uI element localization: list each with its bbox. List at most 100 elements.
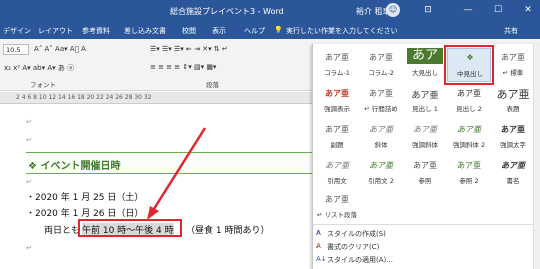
style-preview: あア亜 xyxy=(496,88,530,101)
date-line-1[interactable]: ・2020 年 1 月 25 日（土） xyxy=(26,190,143,203)
style-italic[interactable]: あア亜 斜体 xyxy=(359,120,403,154)
style-name: 引用文 xyxy=(327,177,347,185)
style-preview: あア亜 xyxy=(369,125,393,134)
style-large-heading[interactable]: あア 大見出し xyxy=(403,48,447,82)
paragraph-mark: ↵ xyxy=(26,118,32,126)
paragraph-mark: ↵ xyxy=(26,244,32,252)
style-name: 大見出し xyxy=(412,69,438,77)
style-preview: あア亜 xyxy=(501,161,525,170)
style-preview: あア亜 xyxy=(325,161,349,170)
style-preview: あア亜 xyxy=(501,53,525,62)
tell-me-box[interactable]: 実行したい作業を入力してください xyxy=(286,26,398,36)
style-preview: あア亜 xyxy=(457,125,481,134)
tab-design[interactable]: デザイン xyxy=(3,26,31,36)
paragraph-group-label: 段落 xyxy=(206,81,219,89)
close-icon[interactable]: ✕ xyxy=(520,3,536,17)
paragraph-mark: ↵ xyxy=(26,136,32,144)
horizontal-ruler[interactable]: 2 4 6 8 10 12 14 16 18 20 22 24 26 28 30… xyxy=(0,92,312,104)
clear-formatting-menu-item[interactable]: 書式のクリア(C) xyxy=(327,242,379,252)
style-name: 強調表示 xyxy=(324,105,350,113)
style-name: 強調斜体 xyxy=(412,141,438,149)
heading-block[interactable]: ❖ イベント開催日時 xyxy=(26,152,312,174)
date-line-2[interactable]: ・2020 年 1 月 26 日（日） xyxy=(26,206,143,219)
style-preview: あア亜 xyxy=(457,89,481,98)
style-quote-2[interactable]: あア亜 引用文 2 xyxy=(359,156,403,190)
style-name: 参照 xyxy=(418,177,432,185)
create-style-menu-item[interactable]: スタイルの作成(S) xyxy=(327,229,386,239)
style-name: 引用文 2 xyxy=(368,177,394,185)
style-preview: あア亜 xyxy=(369,161,393,170)
tab-references[interactable]: 参考資料 xyxy=(82,26,110,36)
style-preview: あア亜 xyxy=(325,125,349,134)
tab-mailings[interactable]: 差し込み文書 xyxy=(124,26,166,36)
apply-styles-icon: A↓ xyxy=(316,255,327,263)
gallery-scrollbar[interactable] xyxy=(533,44,540,269)
time-suffix[interactable]: （昼食 1 時間あり） xyxy=(186,223,269,236)
style-preview: あア xyxy=(407,48,443,64)
style-name: ↵ リスト段落 xyxy=(316,211,357,219)
style-name: 斜体 xyxy=(374,141,388,149)
ribbon-display-options-icon[interactable]: ⊡ xyxy=(420,3,436,17)
style-emphasis-italic-2[interactable]: あア亜 強調斜体 2 xyxy=(447,120,491,154)
style-list-paragraph[interactable]: あア亜 ↵ リスト段落 xyxy=(315,190,359,224)
style-reference[interactable]: あア亜 参照 xyxy=(403,156,447,190)
font-group-label: フォント xyxy=(30,81,56,89)
apply-styles-menu-item[interactable]: スタイルの適用(A)... xyxy=(327,255,393,265)
style-name: 見出し 1 xyxy=(412,105,438,113)
style-normal[interactable]: あア亜 ↵ 標準 xyxy=(491,48,535,82)
highlight-box-style xyxy=(444,45,494,85)
style-preview: あア亜 xyxy=(325,89,349,98)
style-name: コラム-1 xyxy=(324,69,350,77)
tab-help[interactable]: ヘルプ xyxy=(244,26,265,36)
style-column-2[interactable]: あア亜 コラム-2 xyxy=(359,48,403,82)
menu-divider xyxy=(313,224,534,225)
avatar[interactable]: ☺ xyxy=(386,3,400,17)
style-name: 書名 xyxy=(506,177,520,185)
style-preview: あア亜 xyxy=(457,161,481,170)
window-title: 総合施設プレイベント3 - Word xyxy=(170,7,284,16)
style-preview: あア亜 xyxy=(369,89,393,98)
style-preview: あア亜 xyxy=(411,91,439,101)
maximize-icon[interactable]: ☐ xyxy=(490,3,506,17)
style-preview: あア亜 xyxy=(413,161,437,170)
time-prefix[interactable]: 両日とも xyxy=(44,223,80,236)
style-subtitle[interactable]: あア亜 副題 xyxy=(315,120,359,154)
tab-view[interactable]: 表示 xyxy=(212,26,226,36)
style-emphasis-bold[interactable]: あア亜 強調太字 xyxy=(491,120,535,154)
paragraph-tools-row2[interactable]: ≡ ≡ ≡ ≡ ⇕▾ ▧▾ ▦▾ xyxy=(150,63,216,71)
style-preview: あア亜 xyxy=(325,53,349,62)
style-preview: あア亜 xyxy=(325,195,349,204)
style-heading-1[interactable]: あア亜 見出し 1 xyxy=(403,84,447,118)
highlight-box-selection xyxy=(78,219,182,237)
style-emphasis-display[interactable]: あア亜 強調表示 xyxy=(315,84,359,118)
styles-gallery[interactable]: あア亜 コラム-1 あア亜 コラム-2 あア 大見出し ❖ 中見出し あア亜 ↵… xyxy=(312,44,540,269)
style-name: 強調太字 xyxy=(500,141,526,149)
ribbon-tabs: デザイン レイアウト 参考資料 差し込み文書 校閲 表示 ヘルプ 💡 実行したい… xyxy=(0,22,540,39)
style-name: 見出し 2 xyxy=(456,105,482,113)
style-heading-2[interactable]: あア亜 見出し 2 xyxy=(447,84,491,118)
tab-review[interactable]: 校閲 xyxy=(182,26,196,36)
lightbulb-icon: 💡 xyxy=(274,26,283,34)
style-column-1[interactable]: あア亜 コラム-1 xyxy=(315,48,359,82)
style-no-spacing[interactable]: あア亜 ↵ 行間詰め xyxy=(359,84,403,118)
event-date-heading: ❖ イベント開催日時 xyxy=(28,161,121,172)
font-size-select[interactable]: 10.5 xyxy=(3,44,29,55)
style-emphasis-italic[interactable]: あア亜 強調斜体 xyxy=(403,120,447,154)
font-tools-row1[interactable]: A˄ A˅ Aa▾ A⃝ A xyxy=(34,45,86,53)
style-name: 強調斜体 2 xyxy=(452,141,486,149)
tab-layout[interactable]: レイアウト xyxy=(38,26,73,36)
style-reference-2[interactable]: あア亜 参照 2 xyxy=(447,156,491,190)
style-preview: あア亜 xyxy=(501,125,525,134)
minimize-icon[interactable]: — xyxy=(460,3,476,17)
style-name: 副題 xyxy=(330,141,344,149)
share-button[interactable]: 共有 xyxy=(504,26,518,36)
font-tools-row2[interactable]: x₂ x² A▾ ab▾ A▾ あ ⓐ xyxy=(4,63,74,73)
style-preview: あア亜 xyxy=(413,125,437,134)
document-area[interactable] xyxy=(0,104,312,269)
style-name: 参照 2 xyxy=(459,177,479,185)
style-quote[interactable]: あア亜 引用文 xyxy=(315,156,359,190)
style-title[interactable]: あア亜 表題 xyxy=(491,84,535,118)
style-name: 表題 xyxy=(506,105,520,113)
style-book-title[interactable]: あア亜 書名 xyxy=(491,156,535,190)
paragraph-tools-row1[interactable]: ☰▾ ☰▾ ☰▾ ⇤ ⇥ ✕▾ ⇅ ↵ xyxy=(150,45,228,53)
